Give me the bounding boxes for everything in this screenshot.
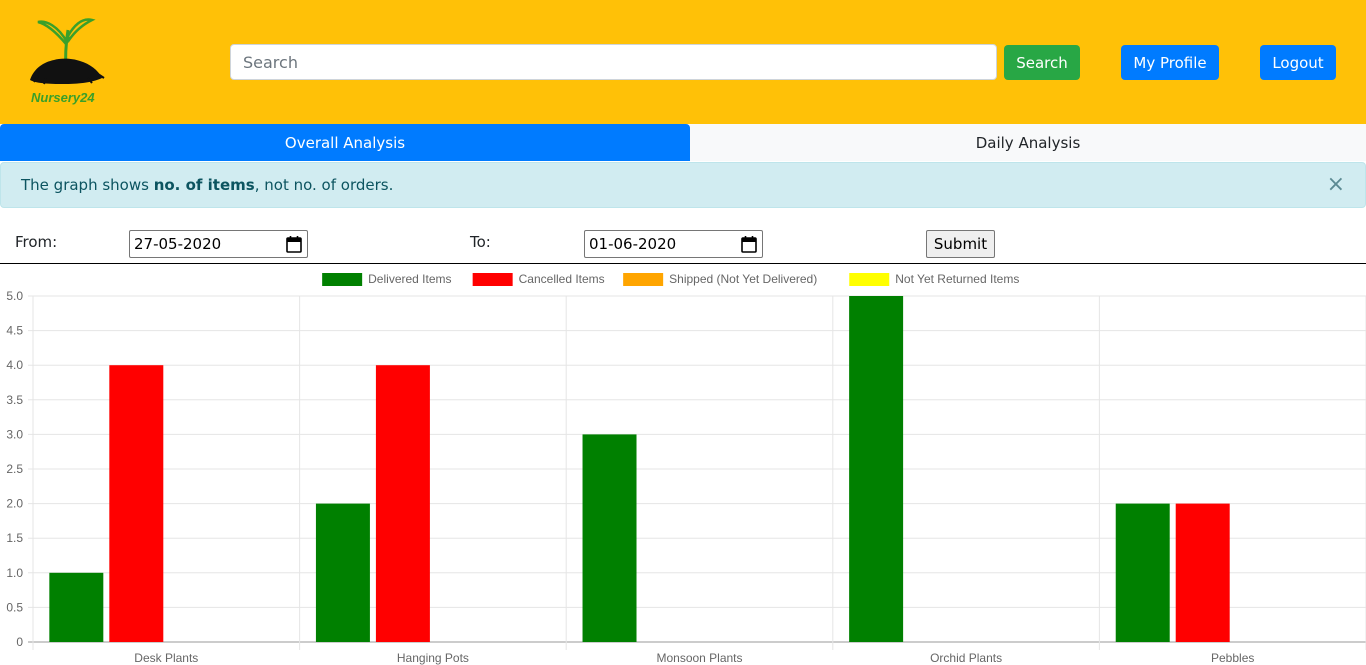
legend-label: Delivered Items (368, 272, 451, 286)
to-label: To: (470, 233, 491, 251)
y-tick-label: 3.0 (6, 427, 23, 441)
y-tick-label: 0.5 (6, 600, 23, 614)
alert-text-prefix: The graph shows (21, 176, 154, 194)
y-tick-label: 3.5 (6, 393, 23, 407)
submit-button[interactable]: Submit (926, 230, 995, 258)
bar (849, 296, 904, 642)
brand-name: Nursery24 (31, 90, 95, 105)
calendar-icon[interactable] (286, 235, 302, 253)
x-tick-label: Pebbles (1211, 651, 1254, 665)
info-alert: The graph shows no. of items, not no. of… (0, 162, 1366, 208)
items-bar-chart: 0 0.5 1.0 1.5 2.0 2.5 3.0 3.5 4.0 4.5 5.0 Desk Plan… (6, 272, 1366, 665)
tab-overall-analysis[interactable]: Overall Analysis (0, 124, 690, 161)
close-icon[interactable]: × (1327, 174, 1345, 196)
y-tick-label: 1.5 (6, 531, 23, 545)
y-tick-label: 4.5 (6, 324, 23, 338)
legend-swatch (623, 273, 664, 286)
to-date-input[interactable]: 01-06-2020 (584, 230, 763, 258)
from-label: From: (15, 233, 58, 251)
bar (582, 434, 637, 642)
legend-label: Not Yet Returned Items (895, 272, 1019, 286)
bar (315, 503, 370, 642)
y-tick-label: 4.0 (6, 358, 23, 372)
bar (1115, 503, 1170, 642)
y-tick-label: 5.0 (6, 289, 23, 303)
bar (49, 572, 104, 642)
header-bar: Nursery24 Search My Profile Logout (0, 0, 1366, 124)
y-tick-label: 2.0 (6, 497, 23, 511)
legend-swatch (322, 273, 363, 286)
legend-swatch (472, 273, 513, 286)
y-tick-label: 2.5 (6, 462, 23, 476)
bar (109, 365, 164, 642)
legend-label: Cancelled Items (519, 272, 605, 286)
from-date-input[interactable]: 27-05-2020 (129, 230, 308, 258)
bar (375, 365, 430, 642)
to-date-value: 01-06-2020 (589, 235, 677, 253)
logout-button[interactable]: Logout (1260, 45, 1336, 80)
x-tick-label: Orchid Plants (930, 651, 1002, 665)
calendar-icon[interactable] (741, 235, 757, 253)
x-tick-label: Hanging Pots (397, 651, 469, 665)
legend-swatch (849, 273, 890, 286)
search-input[interactable] (230, 44, 997, 80)
tab-daily-analysis[interactable]: Daily Analysis (690, 124, 1366, 161)
x-tick-label: Monsoon Plants (656, 651, 742, 665)
y-tick-label: 1.0 (6, 566, 23, 580)
legend-label: Shipped (Not Yet Delivered) (669, 272, 817, 286)
my-profile-button[interactable]: My Profile (1121, 45, 1219, 80)
bar (1175, 503, 1230, 642)
search-button[interactable]: Search (1004, 45, 1080, 80)
alert-text-bold: no. of items (153, 176, 255, 194)
alert-text-suffix: , not no. of orders. (254, 176, 394, 194)
analysis-tabs: Overall Analysis Daily Analysis (0, 124, 1366, 161)
y-tick-label: 0 (16, 635, 23, 649)
x-tick-label: Desk Plants (134, 651, 198, 665)
from-date-value: 27-05-2020 (134, 235, 222, 253)
